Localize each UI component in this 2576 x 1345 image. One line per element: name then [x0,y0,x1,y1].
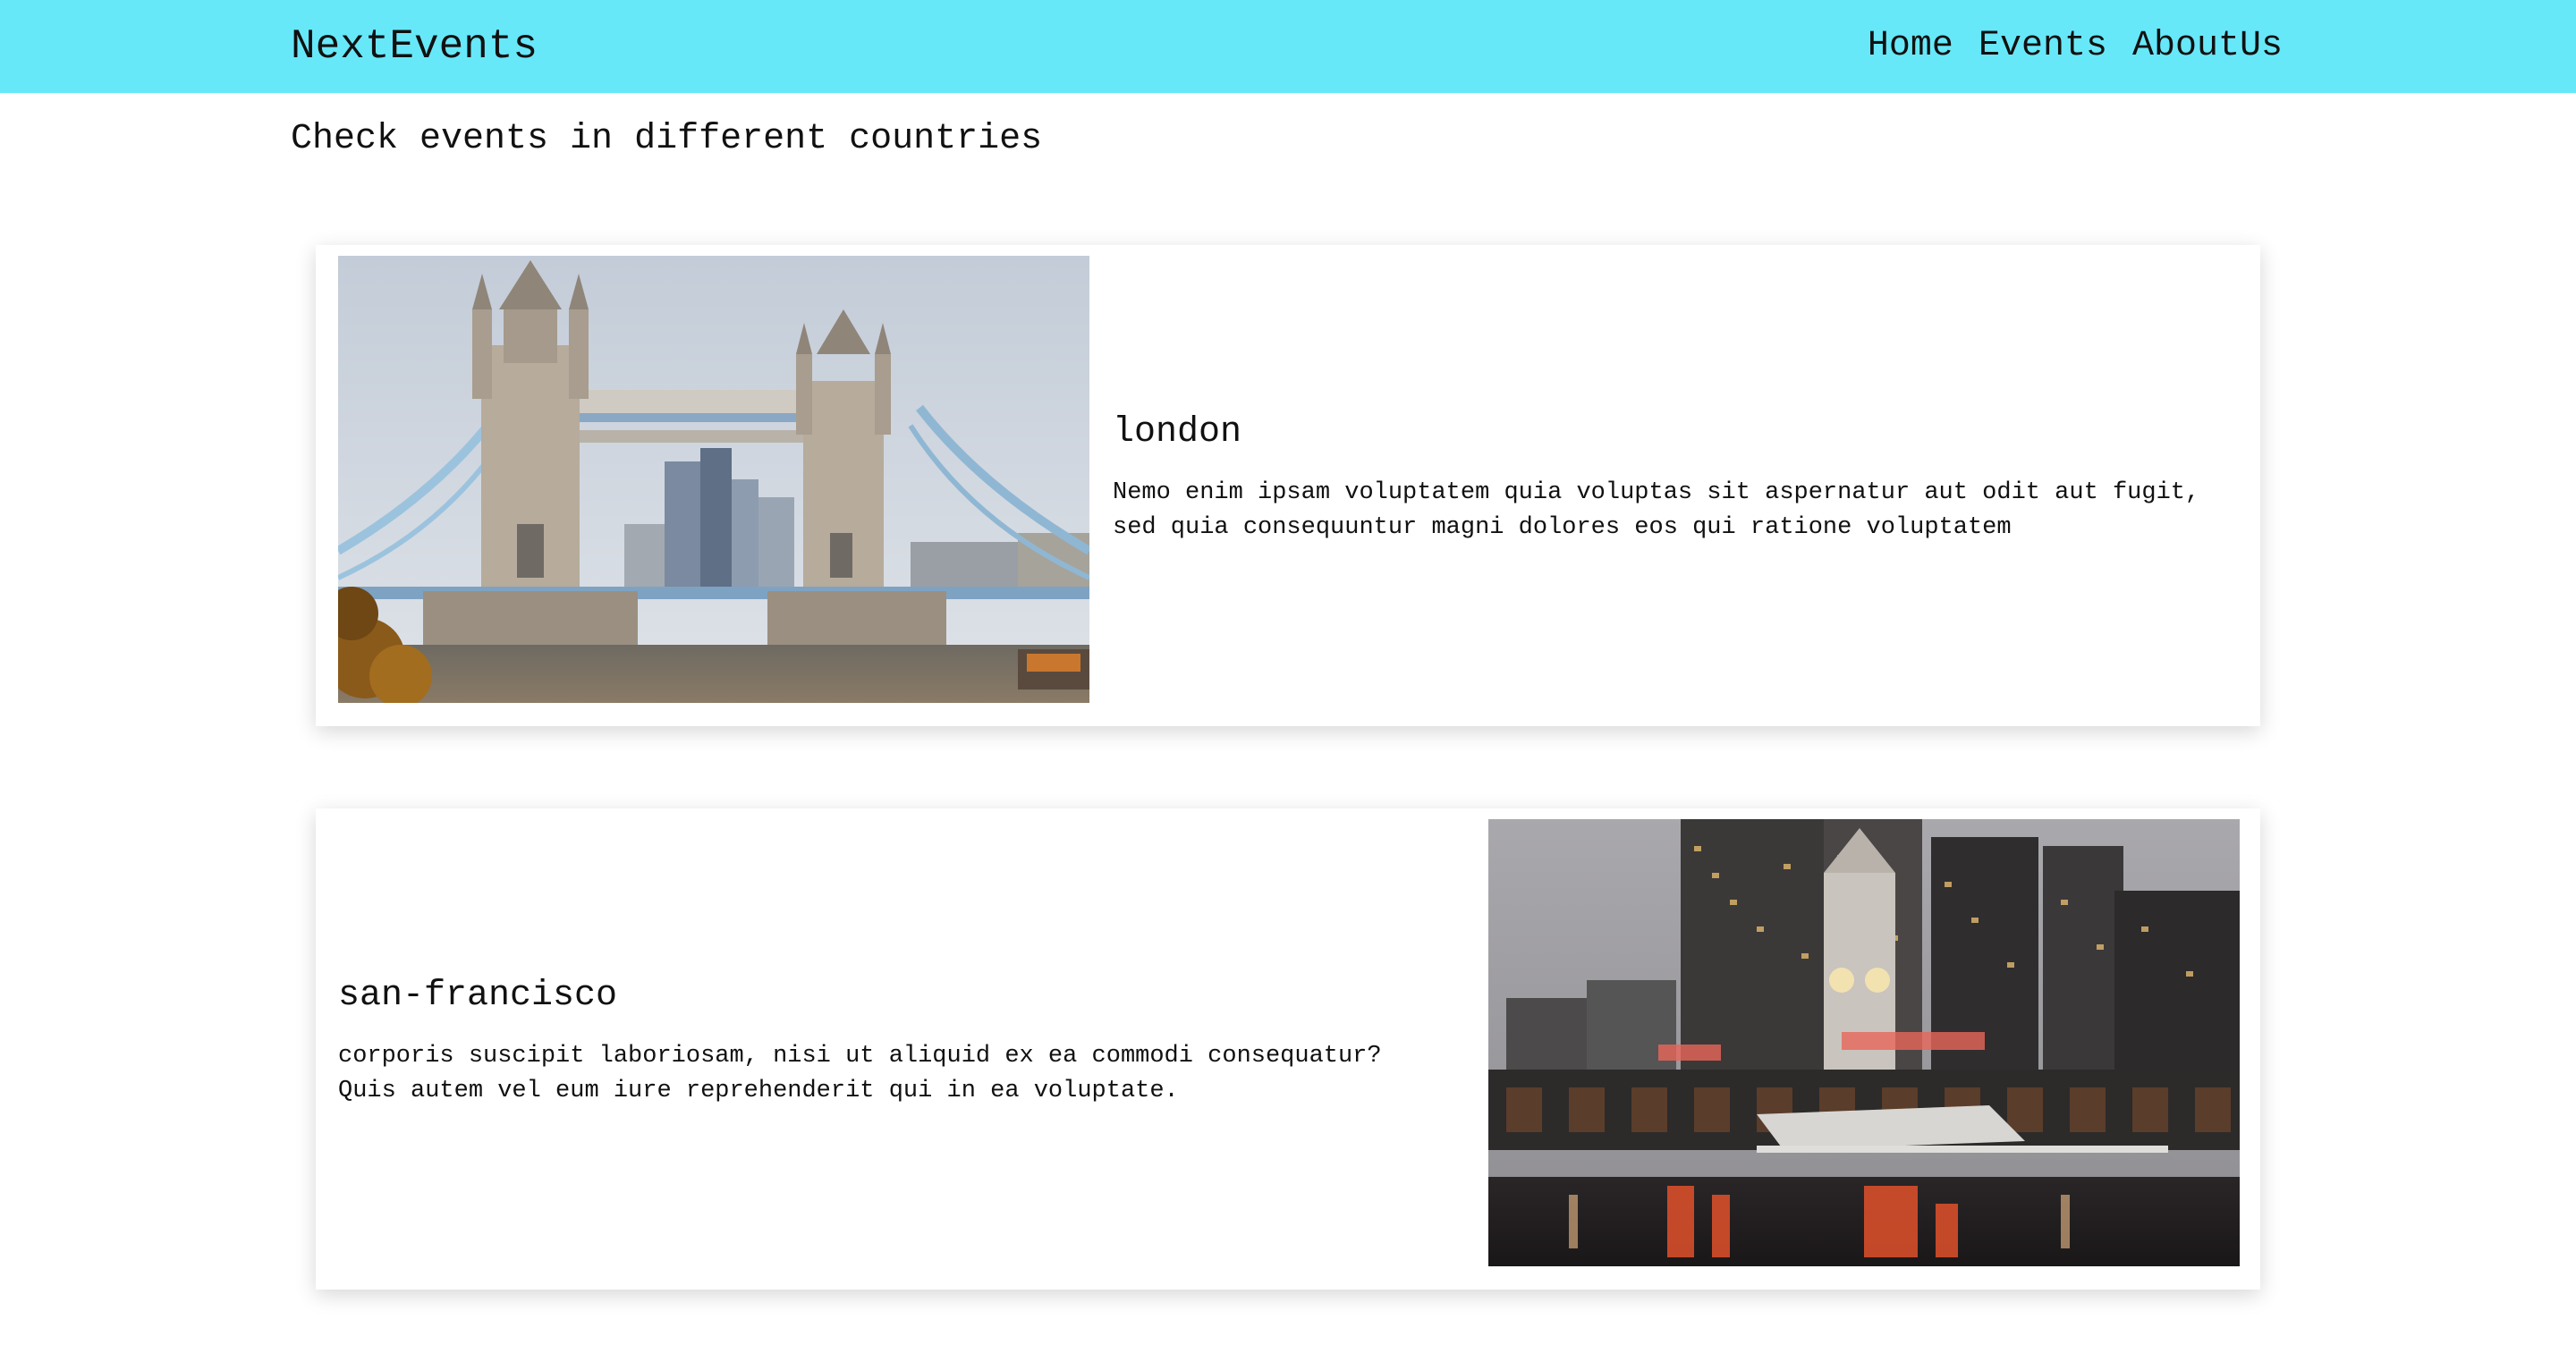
card-title[interactable]: london [1113,408,2240,458]
brand-logo[interactable]: NextEvents [291,20,538,73]
nav-link-home[interactable]: Home [1868,20,1953,73]
london-image [338,256,1089,703]
london-card-text: london Nemo enim ipsam voluptatem quia v… [1113,408,2240,546]
page-heading: Check events in different countries [291,119,1043,159]
card-description: corporis suscipit laboriosam, nisi ut al… [338,1043,1382,1104]
event-card-london[interactable]: london Nemo enim ipsam voluptatem quia v… [316,245,2260,726]
card-title[interactable]: san-francisco [338,971,1465,1021]
event-card-san-francisco[interactable]: san-francisco corporis suscipit laborios… [316,808,2260,1290]
nav-link-aboutus[interactable]: AboutUs [2132,20,2283,73]
navbar: NextEvents Home Events AboutUs [0,0,2576,93]
san-francisco-card-text: san-francisco corporis suscipit laborios… [338,971,1465,1109]
card-description: Nemo enim ipsam voluptatem quia voluptas… [1113,479,2200,541]
nav-link-events[interactable]: Events [1979,20,2107,73]
main-nav: Home Events AboutUs [1868,20,2283,73]
san-francisco-image [1488,819,2240,1266]
